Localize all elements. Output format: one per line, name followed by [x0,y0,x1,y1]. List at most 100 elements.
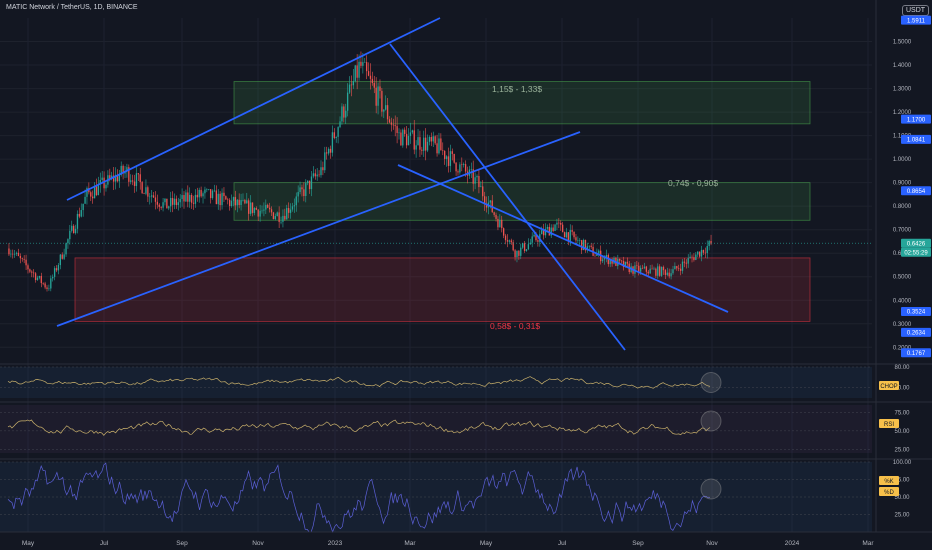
candle-body [565,232,568,238]
candle-body [299,187,301,193]
candle-body [577,240,579,241]
candle-body [679,268,682,271]
candle-body [698,251,701,257]
candle-body [434,136,436,144]
candle-body [360,61,362,66]
candle-body [643,266,646,269]
candle-body [546,226,549,229]
candle-body [415,145,417,150]
candle-body [263,209,265,211]
candle-body [42,283,44,284]
candle-body [601,259,604,262]
candle-body [556,222,558,225]
candle-body [173,198,176,205]
candle-body [228,199,231,206]
candle-body [523,243,526,251]
candle-body [533,234,535,237]
candle-body [504,235,507,241]
candle-body [276,212,278,217]
candle-body [693,257,695,260]
candle-body [520,247,522,256]
candle-body [495,214,497,219]
candle-body [219,193,221,206]
candle-body [240,200,242,206]
candle-body [238,199,240,206]
candle-body [293,205,296,207]
candle-body [164,198,166,203]
candle-body [335,136,337,138]
candle-body [396,126,398,133]
candle-body [476,175,478,178]
indicator-name: %D [884,490,894,496]
candle-body [563,232,566,238]
candle-body [329,148,332,153]
candle-body [61,254,63,259]
candle-body [464,164,467,172]
candle-body [400,132,402,146]
price-tick-label: 0.4000 [893,298,912,304]
candle-body [278,212,280,223]
candle-body [405,133,408,146]
candle-body [175,198,178,206]
candle-body [569,230,571,241]
candle-body [12,253,14,255]
candle-body [65,243,67,255]
candle-body [333,132,335,138]
candle-body [230,200,233,206]
candle-body [428,137,431,142]
candle-body [362,62,364,66]
candle-body [670,273,672,277]
candle-body [662,266,665,271]
candle-body [432,136,434,142]
zone-label: 1,15$ - 1,33$ [492,84,542,94]
candle-body [660,266,663,276]
candle-body [171,198,174,205]
candle-body [170,198,172,207]
price-tick-label: 1.4000 [893,63,912,69]
candle-body [508,240,511,242]
candle-body [57,265,60,271]
candle-body [324,152,326,171]
candle-body [407,135,410,146]
price-chart[interactable]: 1.50001.40001.30001.20001.10001.00000.90… [0,0,932,550]
candle-body [67,239,69,244]
candle-body [398,132,400,134]
candle-body [649,268,651,274]
time-tick-label: Sep [632,540,644,547]
candle-body [76,213,79,229]
candle-body [449,151,452,166]
candle-body [689,256,691,259]
candle-body [354,65,356,82]
candle-body [8,248,10,255]
candle-body [248,200,250,214]
candle-body [287,208,290,213]
candle-body [291,206,294,210]
candle-body [53,268,56,277]
candle-body [369,75,372,79]
candle-body [48,288,50,290]
price-tick-label: 0.8000 [893,204,912,210]
price-tick-label: 0.3000 [893,322,912,328]
indicator-tick-label: 80.00 [894,365,910,371]
candle-body [211,190,214,199]
candle-body [674,266,676,270]
candle-body [541,230,543,235]
candle-body [386,105,389,120]
candle-body [502,228,505,236]
candle-body [518,250,520,256]
candle-body [681,261,684,271]
candle-body [554,224,556,231]
candle-body [19,255,22,259]
price-axis-label: 0.1767 [907,351,926,357]
candle-body [381,90,383,112]
candle-body [390,122,393,125]
candle-body [261,210,263,212]
candle-body [580,240,583,251]
candle-body [202,193,204,197]
highlight-circle [700,478,722,500]
candle-body [208,189,210,190]
candle-body [190,194,193,203]
indicator-tick-label: 50.00 [894,429,910,435]
candle-body [59,254,61,266]
candle-body [561,224,564,233]
